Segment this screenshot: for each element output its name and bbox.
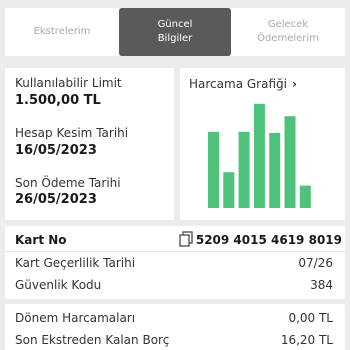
spending-summary-card: Dönem Harcamaları 0,00 TL Son Ekstreden … (5, 304, 345, 350)
chart-bar (238, 131, 250, 208)
tab-label: Gelecek Ödemelerim (257, 19, 319, 44)
chart-bar (299, 185, 311, 208)
card-number-value: 5209 4015 4619 8019 (195, 233, 342, 247)
limit-card: Kullanılabilir Limit 1.500,00 TL Hesap K… (5, 68, 174, 220)
available-limit-value: 1.500,00 TL (15, 93, 101, 108)
card-expiry-value: 07/26 (298, 256, 333, 270)
tab-label: Ekstrelerim (33, 26, 91, 37)
spending-graph-card[interactable]: Harcama Grafiği › (180, 68, 345, 220)
statement-date-label: Hesap Kesim Tarihi (15, 126, 129, 140)
security-code-label: Güvenlik Kodu (15, 278, 102, 292)
chart-bar (208, 131, 219, 208)
due-date-label: Son Ödeme Tarihi (15, 176, 121, 190)
chart-bar (223, 172, 235, 208)
spending-bar-chart (208, 103, 311, 208)
copy-icon[interactable] (179, 231, 193, 247)
available-limit-label: Kullanılabilir Limit (15, 76, 122, 90)
card-info-card: Kart No 5209 4015 4619 8019 Kart Geçerli… (5, 226, 345, 299)
security-code-value: 384 (310, 278, 333, 292)
divider (5, 251, 345, 252)
remaining-debt-value: 16,20 TL (280, 333, 333, 347)
period-spending-label: Dönem Harcamaları (15, 311, 136, 325)
chart-bar (269, 133, 281, 208)
period-spending-value: 0,00 TL (288, 311, 333, 325)
card-expiry-label: Kart Geçerlilik Tarihi (15, 256, 136, 270)
tab-label: Güncel Bilgiler (157, 19, 193, 44)
chart-bar (284, 116, 296, 208)
remaining-debt-label: Son Ekstreden Kalan Borç (15, 333, 170, 347)
statement-date-value: 16/05/2023 (15, 143, 97, 158)
due-date-value: 26/05/2023 (15, 192, 97, 207)
tab-ekstrelerim[interactable]: Ekstrelerim (5, 8, 119, 56)
chart-bar (253, 103, 265, 208)
tab-bar: Ekstrelerim Güncel Bilgiler Gelecek Ödem… (0, 0, 350, 60)
card-number-label: Kart No (15, 233, 67, 247)
tab-gelecek-odemelerim[interactable]: Gelecek Ödemelerim (231, 8, 345, 56)
tab-guncel-bilgiler[interactable]: Güncel Bilgiler (119, 8, 231, 56)
